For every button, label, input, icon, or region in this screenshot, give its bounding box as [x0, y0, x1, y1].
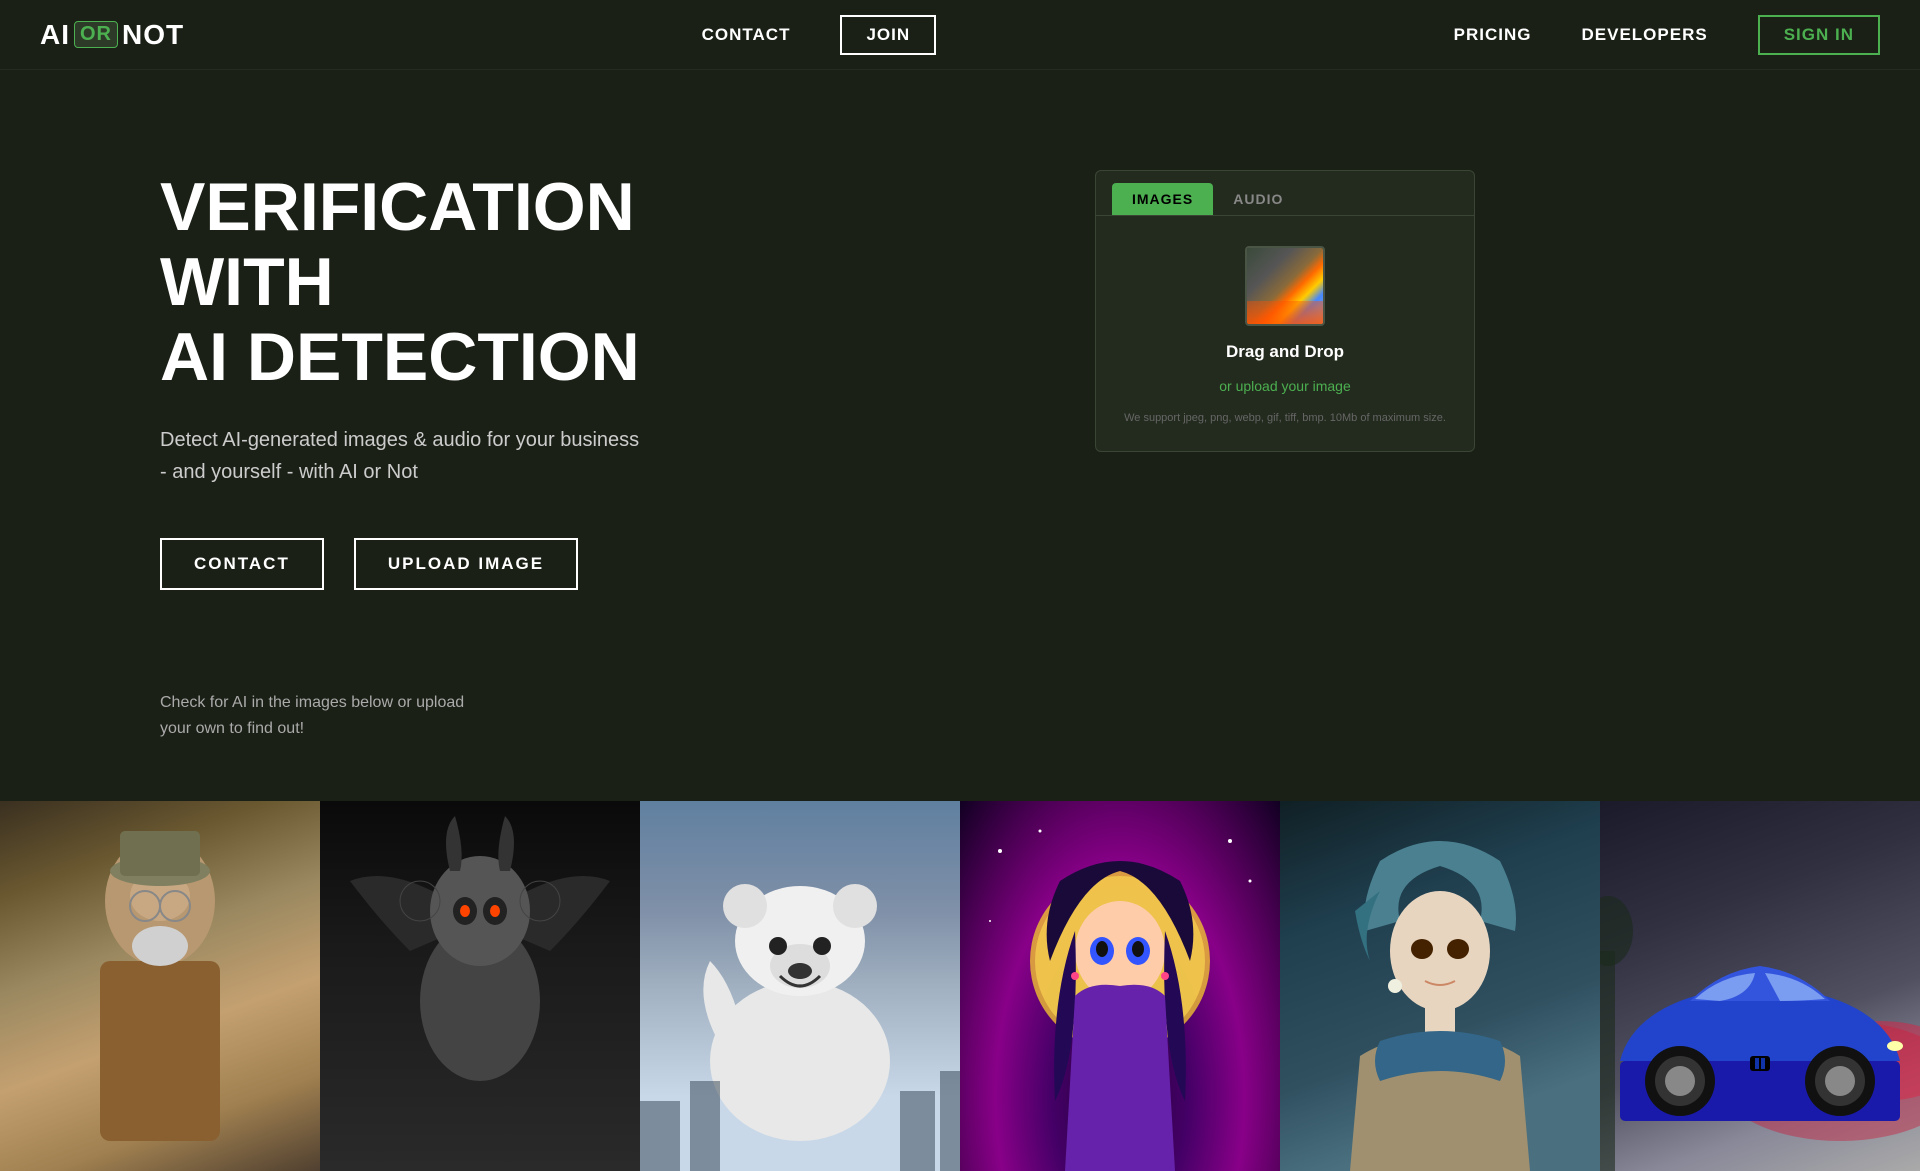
check-section: Check for AI in the images below or uplo…	[0, 670, 1920, 781]
hero-left: VERIFICATION WITH AI DETECTION Detect AI…	[160, 150, 810, 610]
check-text: Check for AI in the images below or uplo…	[160, 690, 560, 741]
upload-link[interactable]: upload	[1236, 378, 1278, 394]
logo-not: NOT	[122, 19, 184, 51]
upload-preview	[1245, 246, 1325, 326]
nav-center: CONTACT JOIN	[702, 15, 937, 55]
gallery-item-car[interactable]	[1600, 801, 1920, 1171]
nav-developers[interactable]: DEVELOPERS	[1581, 25, 1707, 45]
upload-tabs: IMAGES AUDIO	[1096, 171, 1474, 216]
tab-images[interactable]: IMAGES	[1112, 183, 1213, 215]
hero-right: IMAGES AUDIO Drag and Drop or upload you…	[810, 150, 1760, 610]
preview-image	[1247, 248, 1323, 324]
upload-body: Drag and Drop or upload your image We su…	[1096, 216, 1474, 451]
gallery-item-anime-girl[interactable]	[960, 801, 1280, 1171]
drag-drop-label: Drag and Drop	[1226, 342, 1344, 362]
nav-join[interactable]: JOIN	[840, 15, 936, 55]
upload-image-button[interactable]: UPLOAD IMAGE	[354, 538, 578, 590]
gallery-item-demon[interactable]	[320, 801, 640, 1171]
or-upload-text: or upload your image	[1219, 378, 1351, 394]
nav-right: PRICING DEVELOPERS SIGN IN	[1454, 15, 1880, 55]
hero-subtitle: Detect AI-generated images & audio for y…	[160, 424, 640, 488]
sign-in-button[interactable]: SIGN IN	[1758, 15, 1880, 55]
logo-or: or	[74, 21, 118, 48]
logo-ai: AI	[40, 19, 70, 51]
logo[interactable]: AI or NOT	[40, 19, 184, 51]
gallery-item-portrait[interactable]	[1280, 801, 1600, 1171]
tab-audio[interactable]: AUDIO	[1213, 183, 1303, 215]
hero-section: VERIFICATION WITH AI DETECTION Detect AI…	[0, 70, 1920, 670]
scan-overlay	[1247, 301, 1323, 324]
gallery-item-old-man[interactable]	[0, 801, 320, 1171]
nav-contact[interactable]: CONTACT	[702, 25, 791, 45]
nav-pricing[interactable]: PRICING	[1454, 25, 1532, 45]
hero-buttons: CONTACT UPLOAD IMAGE	[160, 538, 810, 590]
upload-support-text: We support jpeg, png, webp, gif, tiff, b…	[1124, 410, 1446, 427]
gallery-item-bear[interactable]	[640, 801, 960, 1171]
image-gallery	[0, 801, 1920, 1171]
contact-button[interactable]: CONTACT	[160, 538, 324, 590]
hero-title: VERIFICATION WITH AI DETECTION	[160, 170, 810, 394]
navbar: AI or NOT CONTACT JOIN PRICING DEVELOPER…	[0, 0, 1920, 70]
upload-widget: IMAGES AUDIO Drag and Drop or upload you…	[1095, 170, 1475, 452]
